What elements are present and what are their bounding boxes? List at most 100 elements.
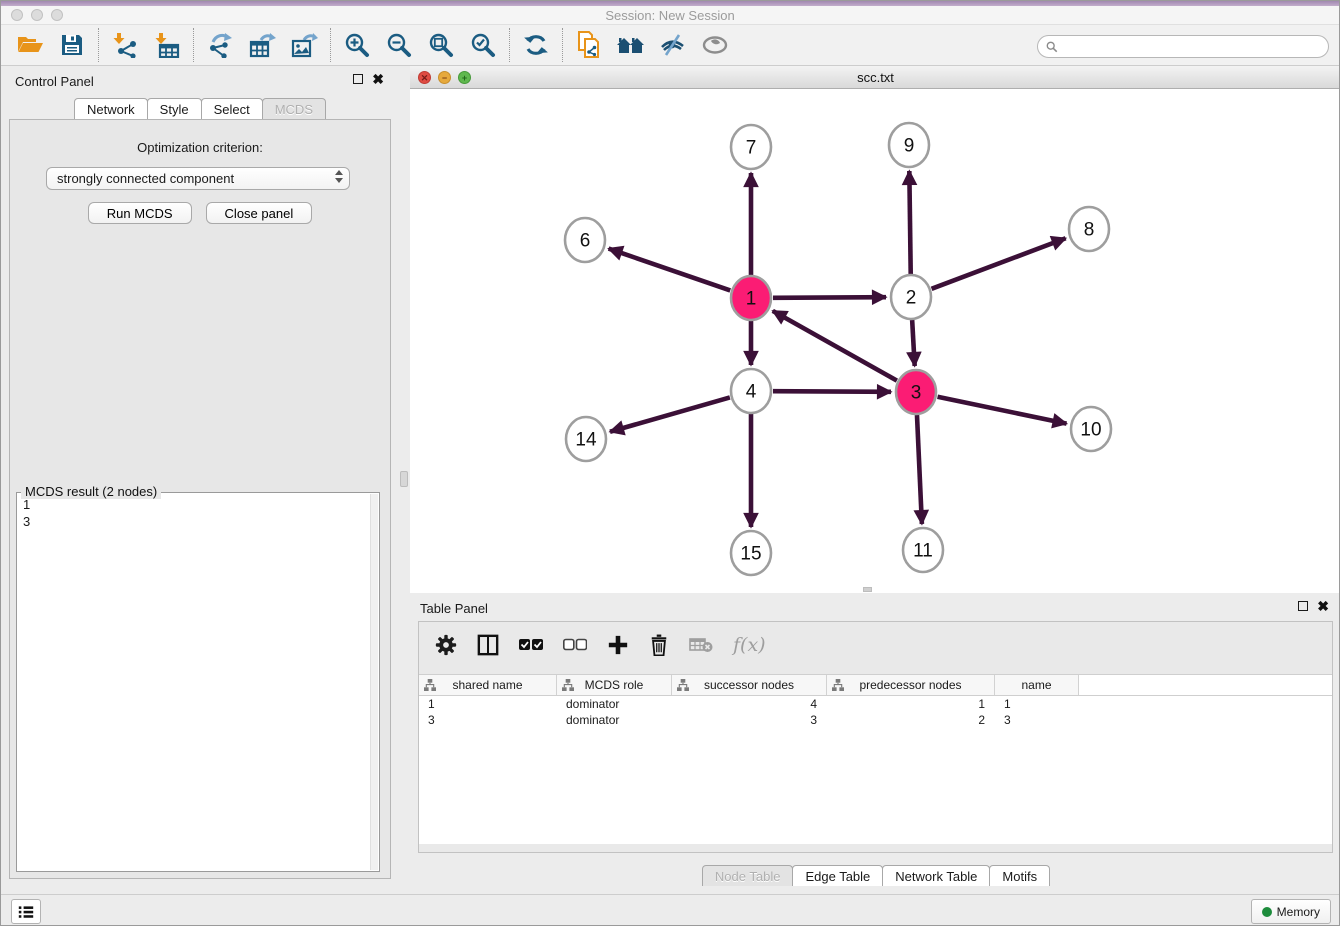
import-table-icon[interactable] <box>146 27 188 63</box>
tab-network-table[interactable]: Network Table <box>882 865 990 886</box>
node-table[interactable]: shared nameMCDS rolesuccessor nodesprede… <box>419 674 1332 844</box>
select-all-icon[interactable] <box>519 638 543 652</box>
graph-edge-2-3[interactable] <box>912 320 915 366</box>
graph-node-6[interactable]: 6 <box>565 218 605 262</box>
graph-node-3[interactable]: 3 <box>896 370 936 414</box>
zoom-out-icon[interactable] <box>378 27 420 63</box>
deselect-all-icon[interactable] <box>563 638 587 652</box>
toolbar-separator <box>193 28 194 62</box>
graph-node-9[interactable]: 9 <box>889 123 929 167</box>
export-network-icon[interactable] <box>199 27 241 63</box>
result-line: 1 <box>23 496 369 513</box>
column-header-shared-name[interactable]: shared name <box>419 675 557 695</box>
list-icon <box>17 904 35 920</box>
graph-node-15[interactable]: 15 <box>731 531 771 575</box>
graph-edge-1-6[interactable] <box>609 249 731 291</box>
search-input[interactable] <box>1062 40 1328 54</box>
graph-edge-3-11[interactable] <box>917 415 922 524</box>
refresh-layout-icon[interactable] <box>515 27 557 63</box>
column-header-predecessor-nodes[interactable]: predecessor nodes <box>827 675 995 695</box>
tab-motifs[interactable]: Motifs <box>989 865 1050 886</box>
optimization-select[interactable]: strongly connected component <box>46 167 350 190</box>
import-network-icon[interactable] <box>104 27 146 63</box>
column-header-successor-nodes[interactable]: successor nodes <box>672 675 827 695</box>
table-row[interactable]: 3dominator323 <box>419 712 1332 728</box>
graph-node-11[interactable]: 11 <box>903 528 943 572</box>
network-view-window: ✕ − + scc.txt 7 9 6 8 1 2 4 3 14 10 15 11 <box>410 66 1340 593</box>
table-panel-title: Table Panel <box>420 601 488 616</box>
graph-node-8[interactable]: 8 <box>1069 207 1109 251</box>
delete-table-icon[interactable] <box>689 637 713 653</box>
gear-icon[interactable] <box>435 634 457 656</box>
graph-edge-4-3[interactable] <box>773 391 891 392</box>
export-image-icon[interactable] <box>283 27 325 63</box>
zoom-fit-icon[interactable] <box>420 27 462 63</box>
float-panel-icon[interactable] <box>353 74 363 84</box>
table-cell: dominator <box>557 696 672 712</box>
column-header-name[interactable]: name <box>995 675 1079 695</box>
nested-networks-icon[interactable] <box>610 27 652 63</box>
add-column-icon[interactable] <box>607 634 629 656</box>
graph-edge-3-10[interactable] <box>938 397 1067 424</box>
zoom-in-icon[interactable] <box>336 27 378 63</box>
table-cell: 1 <box>827 696 995 712</box>
close-table-panel-icon[interactable]: ✖ <box>1317 601 1329 611</box>
graph-node-7[interactable]: 7 <box>731 125 771 169</box>
graph-edge-3-1[interactable] <box>773 311 897 381</box>
save-icon[interactable] <box>51 27 93 63</box>
tab-mcds[interactable]: MCDS <box>262 98 326 119</box>
vertical-splitter[interactable] <box>398 66 410 891</box>
svg-text:6: 6 <box>580 231 591 252</box>
table-cell: 1 <box>995 696 1079 712</box>
export-table-icon[interactable] <box>241 27 283 63</box>
toolbar-separator <box>509 28 510 62</box>
graph-edge-1-2[interactable] <box>773 297 886 298</box>
result-scrollbar[interactable] <box>370 494 378 870</box>
task-history-button[interactable] <box>11 899 41 924</box>
graph-node-2[interactable]: 2 <box>891 275 931 319</box>
horizontal-splitter-handle[interactable] <box>863 587 872 592</box>
svg-text:4: 4 <box>746 382 757 403</box>
svg-text:11: 11 <box>913 541 933 562</box>
tab-edge-table[interactable]: Edge Table <box>792 865 883 886</box>
mcds-panel: Optimization criterion: strongly connect… <box>9 119 391 879</box>
splitter-handle[interactable] <box>400 471 408 487</box>
column-header-MCDS-role[interactable]: MCDS role <box>557 675 672 695</box>
function-builder-icon[interactable]: f(x) <box>733 634 766 656</box>
main-toolbar <box>1 24 1339 66</box>
tab-node-table[interactable]: Node Table <box>702 865 794 886</box>
table-cell: 2 <box>827 712 995 728</box>
network-bottom-strip <box>410 586 1340 593</box>
table-row[interactable]: 1dominator411 <box>419 696 1332 712</box>
zoom-selected-icon[interactable] <box>462 27 504 63</box>
close-panel-button[interactable]: Close panel <box>206 202 313 224</box>
optimization-label: Optimization criterion: <box>10 140 390 155</box>
tab-network[interactable]: Network <box>74 98 148 119</box>
graph-node-10[interactable]: 10 <box>1071 407 1111 451</box>
graph-edge-2-8[interactable] <box>932 238 1066 289</box>
run-mcds-button[interactable]: Run MCDS <box>88 202 192 224</box>
mcds-result-list[interactable]: 13 <box>19 496 369 869</box>
float-table-panel-icon[interactable] <box>1298 601 1308 611</box>
tab-style[interactable]: Style <box>147 98 202 119</box>
search-field[interactable] <box>1037 35 1329 58</box>
search-icon <box>1046 41 1058 53</box>
delete-column-icon[interactable] <box>649 634 669 656</box>
tab-select[interactable]: Select <box>201 98 263 119</box>
graph-node-4[interactable]: 4 <box>731 369 771 413</box>
birds-eye-icon[interactable] <box>694 27 736 63</box>
graph-edge-4-14[interactable] <box>610 397 730 431</box>
network-canvas[interactable]: 7 9 6 8 1 2 4 3 14 10 15 11 <box>410 89 1340 586</box>
graph-edge-2-9[interactable] <box>909 171 910 274</box>
duplicate-network-icon[interactable] <box>568 27 610 63</box>
memory-button[interactable]: Memory <box>1251 899 1331 924</box>
titlebar: Session: New Session <box>1 6 1339 24</box>
open-folder-icon[interactable] <box>9 27 51 63</box>
graph-node-1[interactable]: 1 <box>731 276 771 320</box>
close-panel-icon[interactable]: ✖ <box>372 74 384 84</box>
table-toolbar: f(x) <box>419 622 1332 668</box>
graph-node-14[interactable]: 14 <box>566 417 606 461</box>
split-panel-icon[interactable] <box>477 634 499 656</box>
graphics-details-icon[interactable] <box>652 27 694 63</box>
network-window-titlebar[interactable]: ✕ − + scc.txt <box>410 66 1340 89</box>
